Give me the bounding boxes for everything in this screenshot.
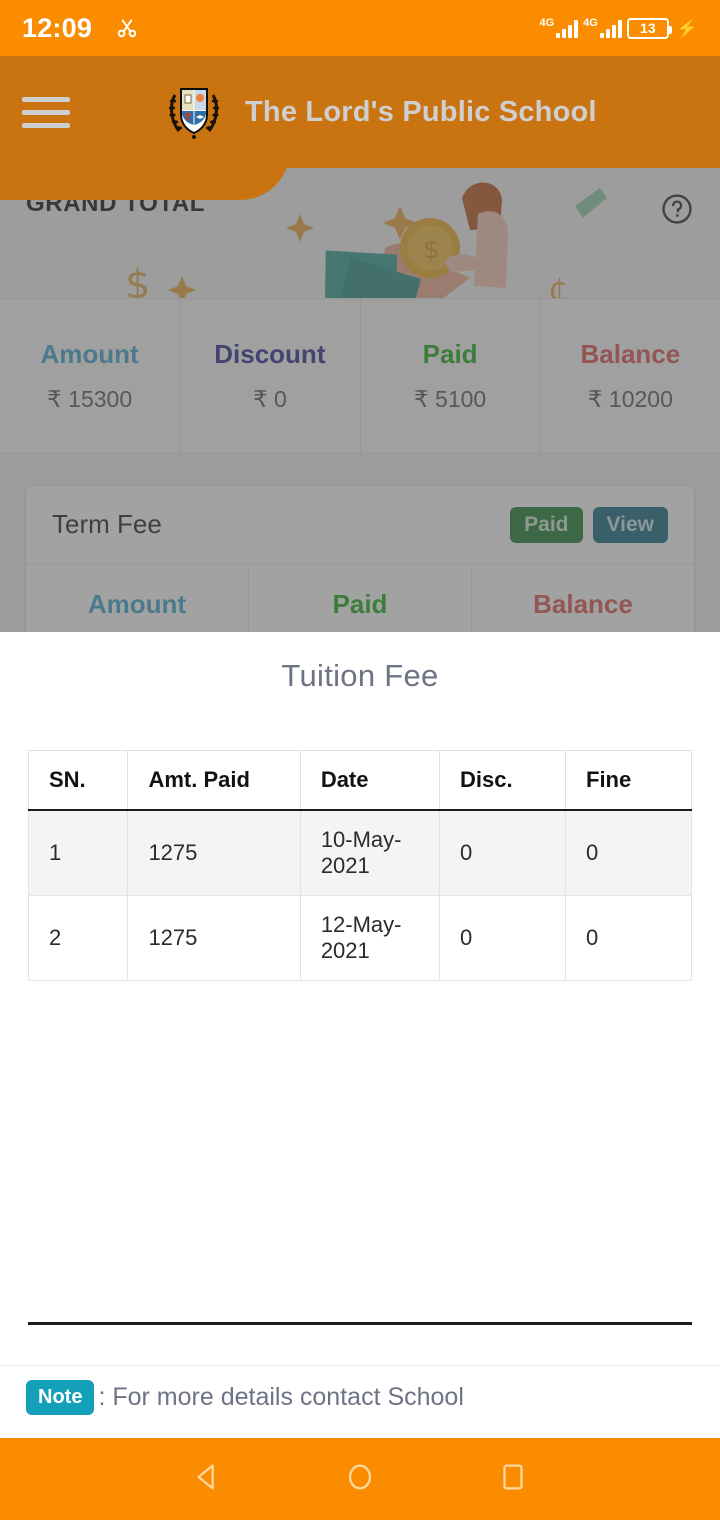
cell-disc: 0	[439, 895, 566, 981]
cell-fine: 0	[565, 895, 692, 981]
hamburger-menu-icon[interactable]	[22, 96, 70, 128]
note-section-divider	[0, 1365, 720, 1366]
cell-sn: 1	[27, 809, 129, 896]
table-row: 1 1275 10-May-2021 0 0	[27, 809, 692, 896]
table-row: 2 1275 12-May-2021 0 0	[27, 895, 692, 981]
recents-square-icon[interactable]	[496, 1460, 530, 1499]
col-header-amt: Amt. Paid	[127, 750, 301, 811]
col-header-date: Date	[299, 750, 441, 811]
lightning-bolt-icon: ⚡	[676, 18, 698, 38]
network-type-1: 4G	[539, 17, 555, 29]
status-indicators: 4G 4G 13 ⚡	[539, 17, 698, 39]
note-section: Note : For more details contact School	[26, 1380, 464, 1415]
modal-scrim[interactable]	[0, 168, 720, 632]
col-header-fine: Fine	[565, 750, 692, 811]
network-type-2: 4G	[583, 17, 598, 29]
payments-table-wrap: SN. Amt. Paid Date Disc. Fine 1 1275 10-…	[27, 750, 692, 981]
note-text: : For more details contact School	[98, 1383, 464, 1411]
home-circle-icon[interactable]	[343, 1460, 377, 1499]
cell-sn: 2	[27, 895, 129, 981]
battery-icon: 13	[626, 17, 672, 39]
school-crest-icon	[165, 81, 223, 143]
android-nav-bar	[0, 1438, 720, 1520]
status-clock: 12:09	[22, 12, 93, 43]
app-title: The Lord's Public School	[245, 95, 597, 128]
modal-divider	[28, 1322, 692, 1325]
signal-2-icon: 4G	[583, 18, 622, 38]
scissors-icon	[114, 15, 140, 41]
tuition-fee-modal: Tuition Fee SN. Amt. Paid Date Disc. Fin…	[0, 632, 720, 1438]
back-triangle-icon[interactable]	[190, 1460, 224, 1499]
cell-date: 12-May-2021	[299, 895, 441, 981]
modal-title: Tuition Fee	[281, 658, 439, 693]
note-badge: Note	[26, 1380, 95, 1415]
cell-date: 10-May-2021	[299, 809, 441, 896]
cell-disc: 0	[439, 809, 566, 896]
table-header-row: SN. Amt. Paid Date Disc. Fine	[27, 750, 692, 811]
col-header-sn: SN.	[27, 750, 129, 811]
phone-screen: 12:09 4G 4G 13 ⚡ The Lord's Public Schoo…	[0, 0, 720, 1520]
app-bar-curve	[0, 150, 290, 200]
cell-amt: 1275	[127, 809, 301, 896]
cell-amt: 1275	[127, 895, 301, 981]
battery-level: 13	[640, 20, 656, 36]
signal-1-icon: 4G	[539, 17, 579, 38]
status-bar: 12:09 4G 4G 13 ⚡	[0, 0, 720, 56]
payments-table: SN. Amt. Paid Date Disc. Fine 1 1275 10-…	[27, 750, 692, 981]
cell-fine: 0	[565, 809, 692, 896]
col-header-disc: Disc.	[439, 750, 566, 811]
